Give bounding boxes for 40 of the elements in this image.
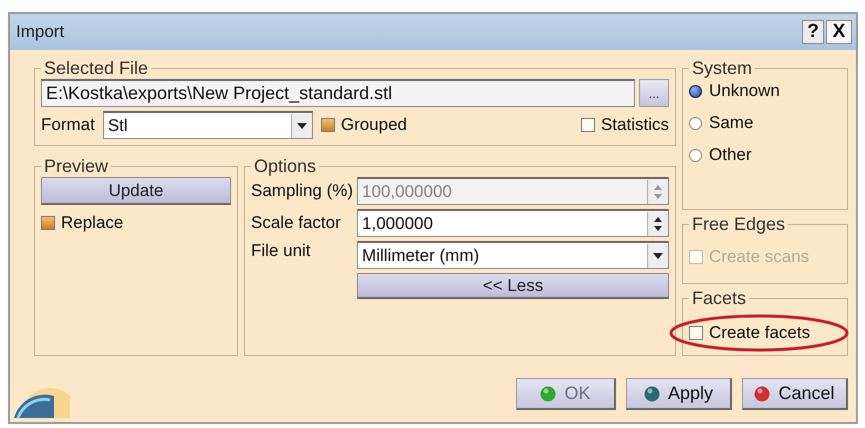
group-title: Preview	[43, 156, 110, 177]
close-button[interactable]: X	[826, 20, 852, 44]
field-label: Scale factor	[251, 213, 342, 233]
field-label: File unit	[251, 241, 312, 261]
checkbox-label: Replace	[61, 213, 124, 233]
group-title: Selected File	[43, 58, 150, 79]
help-button[interactable]: ?	[802, 20, 824, 44]
browse-button[interactable]: ...	[639, 79, 669, 107]
format-dropdown[interactable]: Stl	[102, 111, 313, 139]
radio-label: Same	[709, 113, 754, 133]
update-button[interactable]: Update	[41, 177, 231, 205]
file-path-field[interactable]: E:\Kostka\exports\New Project_standard.stl	[41, 79, 635, 107]
group-title: Facets	[691, 288, 748, 309]
window-title: Import	[16, 22, 64, 42]
field-label: Sampling (%)	[251, 181, 354, 201]
less-button[interactable]: << Less	[357, 273, 669, 299]
checkbox[interactable]	[41, 216, 55, 230]
checkbox-label: Create scans	[709, 247, 810, 267]
dialog-button[interactable]: Cancel	[742, 378, 848, 410]
group-title: Options	[253, 156, 318, 177]
unit-dropdown[interactable]: Millimeter (mm)	[357, 241, 669, 269]
checkbox[interactable]	[580, 118, 595, 132]
checkbox-label: Statistics	[600, 115, 669, 135]
number-field[interactable]: 1,000000	[357, 209, 669, 237]
checkbox[interactable]	[689, 326, 703, 340]
dropdown-arrow-icon[interactable]	[653, 252, 663, 258]
dialog-button[interactable]: Apply	[626, 378, 732, 410]
group-title: System	[691, 58, 754, 79]
radio-button[interactable]	[689, 116, 702, 130]
group-title: Free Edges	[691, 214, 786, 235]
dropdown-arrow-icon[interactable]	[296, 122, 307, 128]
checkbox-label: Grouped	[340, 115, 408, 135]
radio-label: Unknown	[709, 81, 780, 101]
radio-button[interactable]	[689, 84, 702, 98]
checkbox[interactable]	[320, 118, 335, 132]
checkbox-label: Create facets	[709, 323, 810, 343]
spinner-arrows-icon[interactable]	[653, 216, 663, 232]
radio-button[interactable]	[689, 148, 702, 162]
radio-label: Other	[709, 145, 752, 165]
field-label: Format	[41, 115, 95, 135]
